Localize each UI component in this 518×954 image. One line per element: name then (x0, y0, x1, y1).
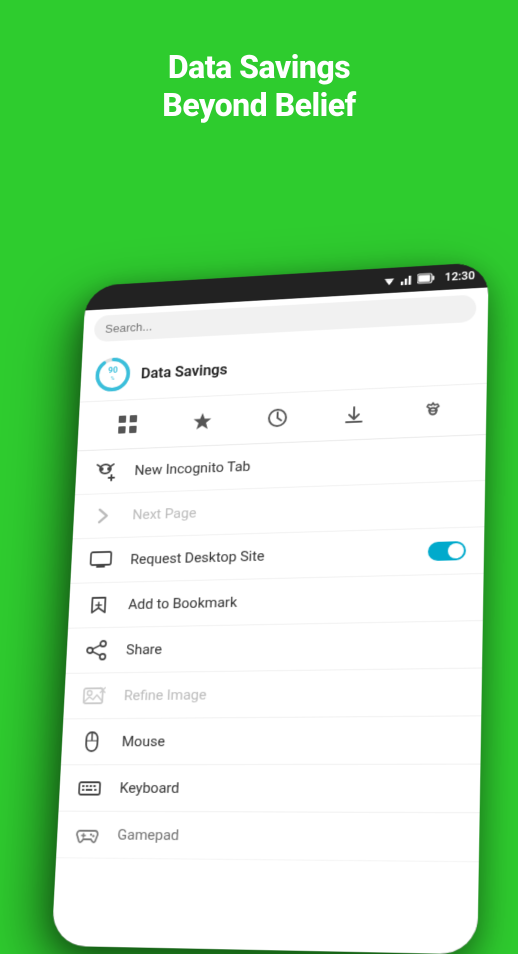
phone-body: 12:30 90 % Data Savings (52, 262, 489, 954)
wifi-icon (383, 275, 397, 287)
signal-icon (400, 274, 414, 286)
svg-text:%: % (110, 376, 114, 382)
download-icon[interactable] (338, 398, 372, 431)
refine-image-label: Refine Image (124, 686, 207, 704)
menu-item-add-bookmark[interactable]: Add to Bookmark (68, 574, 484, 629)
hero-line1: Data Savings (0, 48, 518, 86)
request-desktop-toggle[interactable] (428, 541, 466, 561)
status-icons (383, 272, 435, 286)
incognito-icon (92, 461, 119, 482)
history-icon[interactable] (261, 402, 294, 434)
menu-item-refine-image[interactable]: Refine Image (63, 668, 482, 719)
share-label: Share (126, 641, 163, 658)
next-page-label: Next Page (132, 505, 197, 523)
grid-icon[interactable] (112, 408, 145, 440)
keyboard-icon (76, 778, 103, 799)
new-incognito-tab-label: New Incognito Tab (134, 458, 251, 479)
mouse-icon (78, 731, 105, 752)
phone-container: 12:30 90 % Data Savings (44, 230, 474, 950)
chevron-right-icon (90, 505, 117, 526)
hero-text: Data Savings Beyond Belief (0, 0, 518, 155)
gamepad-label: Gamepad (117, 826, 179, 844)
desktop-icon (88, 550, 115, 571)
request-desktop-label: Request Desktop Site (130, 548, 265, 568)
keyboard-label: Keyboard (119, 779, 179, 796)
svg-text:90: 90 (108, 366, 118, 376)
data-savings-label: Data Savings (141, 360, 228, 381)
share-icon (83, 640, 110, 661)
menu-item-share[interactable]: Share (66, 621, 483, 674)
mouse-label: Mouse (121, 733, 165, 750)
donut-chart: 90 % (93, 355, 133, 394)
menu-card: 90 % Data Savings (52, 328, 488, 954)
add-to-bookmark-label: Add to Bookmark (128, 594, 238, 613)
battery-icon (417, 272, 435, 284)
status-time: 12:30 (445, 269, 475, 283)
hero-line2: Beyond Belief (0, 86, 518, 124)
gamepad-icon (74, 824, 101, 845)
menu-item-keyboard[interactable]: Keyboard (58, 765, 480, 814)
settings-icon[interactable] (416, 395, 450, 428)
menu-item-gamepad[interactable]: Gamepad (56, 812, 480, 863)
refine-image-icon (81, 685, 108, 706)
star-icon[interactable] (186, 405, 219, 437)
bookmark-icon (85, 595, 112, 616)
menu-item-mouse[interactable]: Mouse (61, 716, 481, 765)
